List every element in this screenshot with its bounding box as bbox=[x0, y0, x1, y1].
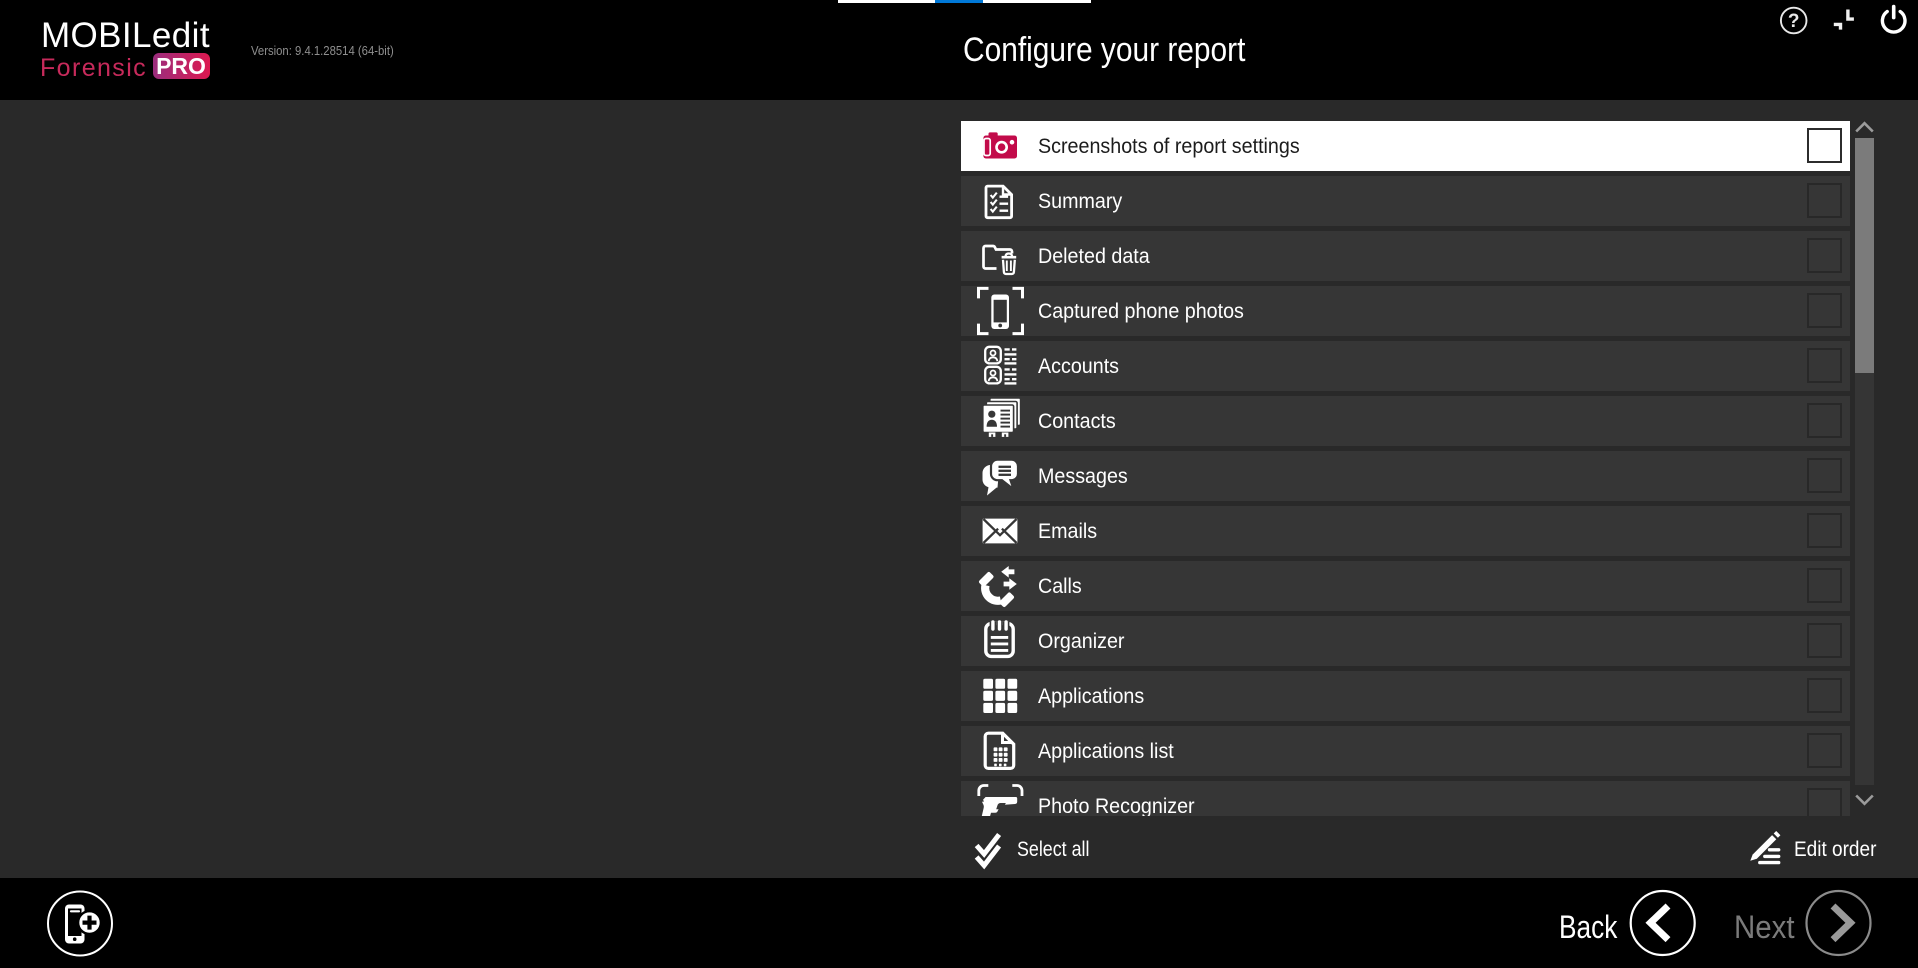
svg-text:?: ? bbox=[1788, 11, 1800, 32]
